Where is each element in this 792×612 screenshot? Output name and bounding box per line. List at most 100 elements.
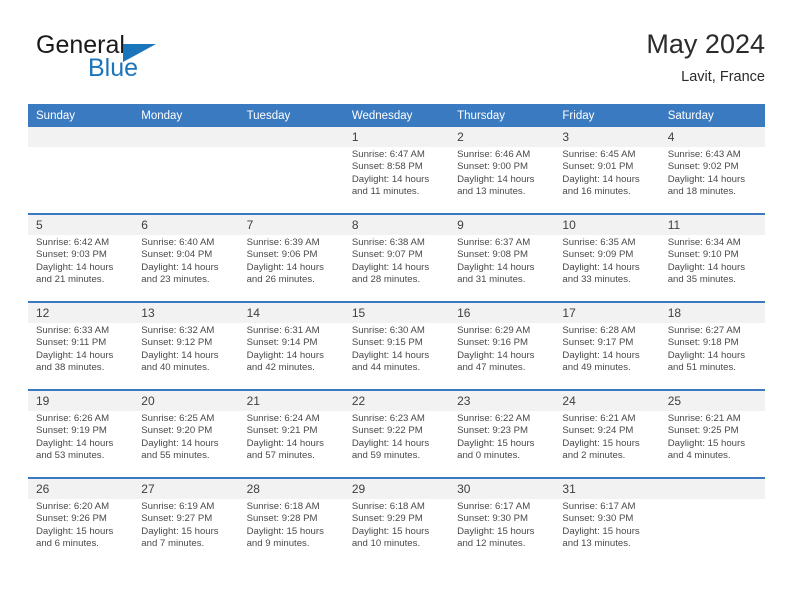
day-cell[interactable]: Sunrise: 6:35 AM Sunset: 9:09 PM Daylight:… — [554, 235, 660, 302]
day-cell[interactable]: Sunrise: 6:27 AM Sunset: 9:18 PM Daylight:… — [659, 323, 765, 390]
day-number[interactable]: 29 — [343, 477, 450, 499]
day-number[interactable]: 19 — [28, 389, 134, 411]
sunset-text: Sunset: 8:58 PM — [351, 161, 423, 173]
sunrise-text: Sunrise: 6:39 AM — [246, 237, 320, 248]
day-cell[interactable]: Sunrise: 6:39 AM Sunset: 9:06 PM Daylight:… — [238, 235, 344, 302]
day-number[interactable]: 8 — [343, 213, 450, 235]
day-cell[interactable]: Sunrise: 6:43 AM Sunset: 9:02 PM Daylight:… — [659, 147, 765, 214]
day-cell[interactable]: Sunrise: 6:22 AM Sunset: 9:23 PM Daylight:… — [449, 411, 555, 478]
daylight-text: Daylight: 14 hours — [36, 437, 114, 449]
day-cell[interactable]: Sunrise: 6:23 AM Sunset: 9:22 PM Daylight:… — [343, 411, 450, 478]
day-number[interactable]: 11 — [659, 213, 765, 235]
day-cell[interactable]: Sunrise: 6:19 AM Sunset: 9:27 PM Daylight:… — [133, 499, 239, 565]
sunset-text: Sunset: 9:28 PM — [246, 513, 318, 525]
sunrise-text: Sunrise: 6:42 AM — [36, 237, 110, 248]
day-cell[interactable]: Sunrise: 6:32 AM Sunset: 9:12 PM Daylight:… — [133, 323, 239, 390]
day-number[interactable]: 15 — [343, 301, 450, 323]
daylight-text: Daylight: 14 hours — [246, 261, 324, 273]
daylight-text-cont: and 53 minutes. — [36, 450, 105, 462]
calendar-page: General Blue May 2024 Lavit, France Sund… — [0, 0, 792, 612]
day-cell[interactable]: Sunrise: 6:21 AM Sunset: 9:24 PM Daylight:… — [554, 411, 660, 478]
sunset-text: Sunset: 9:00 PM — [457, 161, 529, 173]
sunrise-text: Sunrise: 6:26 AM — [36, 413, 110, 424]
day-cell[interactable]: Sunrise: 6:30 AM Sunset: 9:15 PM Daylight:… — [343, 323, 450, 390]
day-number[interactable]: 3 — [554, 127, 660, 147]
day-number[interactable]: 9 — [449, 213, 555, 235]
sunset-text: Sunset: 9:09 PM — [562, 249, 634, 261]
day-cell[interactable]: Sunrise: 6:29 AM Sunset: 9:16 PM Daylight:… — [449, 323, 555, 390]
day-number[interactable]: 12 — [28, 301, 134, 323]
day-cell[interactable]: Sunrise: 6:26 AM Sunset: 9:19 PM Daylight:… — [28, 411, 134, 478]
day-number[interactable]: 18 — [659, 301, 765, 323]
day-cell[interactable]: Sunrise: 6:33 AM Sunset: 9:11 PM Daylight:… — [28, 323, 134, 390]
day-cell[interactable]: Sunrise: 6:40 AM Sunset: 9:04 PM Daylight:… — [133, 235, 239, 302]
day-number[interactable]: 14 — [238, 301, 344, 323]
day-number-empty — [659, 477, 765, 499]
day-cell[interactable]: Sunrise: 6:24 AM Sunset: 9:21 PM Daylight:… — [238, 411, 344, 478]
daylight-text-cont: and 28 minutes. — [351, 274, 421, 286]
day-number[interactable]: 23 — [449, 389, 555, 411]
daylight-text-cont: and 12 minutes. — [457, 538, 526, 550]
daylight-text: Daylight: 15 hours — [36, 525, 114, 537]
day-cell[interactable]: Sunrise: 6:21 AM Sunset: 9:25 PM Daylight:… — [659, 411, 765, 478]
day-number[interactable]: 28 — [238, 477, 344, 499]
sunset-text: Sunset: 9:01 PM — [562, 161, 634, 173]
day-number[interactable]: 17 — [554, 301, 660, 323]
day-cell[interactable]: Sunrise: 6:37 AM Sunset: 9:08 PM Daylight:… — [449, 235, 555, 302]
day-cell[interactable]: Sunrise: 6:20 AM Sunset: 9:26 PM Daylight:… — [28, 499, 134, 565]
day-cell[interactable]: Sunrise: 6:45 AM Sunset: 9:01 PM Daylight:… — [554, 147, 660, 214]
day-cell[interactable]: Sunrise: 6:17 AM Sunset: 9:30 PM Daylight:… — [554, 499, 660, 565]
daylight-text-cont: and 44 minutes. — [351, 362, 421, 374]
day-number[interactable]: 26 — [28, 477, 134, 499]
daylight-text: Daylight: 14 hours — [141, 261, 219, 273]
day-cell[interactable]: Sunrise: 6:47 AM Sunset: 8:58 PM Daylight:… — [343, 147, 450, 214]
day-cell[interactable]: Sunrise: 6:38 AM Sunset: 9:07 PM Daylight:… — [343, 235, 450, 302]
week-daynumber-row: 26 27 28 29 30 31 — [28, 477, 765, 499]
day-cell[interactable]: Sunrise: 6:25 AM Sunset: 9:20 PM Daylight:… — [133, 411, 239, 478]
day-number[interactable]: 20 — [133, 389, 239, 411]
day-number[interactable]: 25 — [659, 389, 765, 411]
day-cell[interactable]: Sunrise: 6:34 AM Sunset: 9:10 PM Daylight:… — [659, 235, 765, 302]
sunrise-text: Sunrise: 6:43 AM — [667, 149, 741, 160]
day-number[interactable]: 24 — [554, 389, 660, 411]
sunset-text: Sunset: 9:15 PM — [351, 337, 423, 349]
sunset-text: Sunset: 9:24 PM — [562, 425, 634, 437]
day-cell[interactable]: Sunrise: 6:31 AM Sunset: 9:14 PM Daylight:… — [238, 323, 344, 390]
day-number[interactable]: 16 — [449, 301, 555, 323]
sunrise-text: Sunrise: 6:38 AM — [351, 237, 425, 248]
day-number[interactable]: 21 — [238, 389, 344, 411]
day-number[interactable]: 7 — [238, 213, 344, 235]
daylight-text: Daylight: 14 hours — [667, 261, 746, 273]
daylight-text-cont: and 59 minutes. — [351, 450, 421, 462]
sunset-text: Sunset: 9:25 PM — [667, 425, 739, 437]
day-cell[interactable]: Sunrise: 6:17 AM Sunset: 9:30 PM Daylight:… — [449, 499, 555, 565]
daylight-text-cont: and 0 minutes. — [457, 450, 521, 462]
sunset-text: Sunset: 9:07 PM — [351, 249, 423, 261]
day-number[interactable]: 30 — [449, 477, 555, 499]
sunrise-text: Sunrise: 6:45 AM — [562, 149, 636, 160]
day-number[interactable]: 31 — [554, 477, 660, 499]
day-number[interactable]: 5 — [28, 213, 134, 235]
day-number[interactable]: 4 — [659, 127, 765, 147]
day-number[interactable]: 22 — [343, 389, 450, 411]
day-cell[interactable]: Sunrise: 6:18 AM Sunset: 9:29 PM Daylight:… — [343, 499, 450, 565]
daylight-text: Daylight: 15 hours — [246, 525, 324, 537]
day-cell[interactable]: Sunrise: 6:18 AM Sunset: 9:28 PM Daylight:… — [238, 499, 344, 565]
general-blue-logo[interactable]: General Blue — [28, 28, 288, 90]
day-number[interactable]: 27 — [133, 477, 239, 499]
day-number[interactable]: 6 — [133, 213, 239, 235]
day-cell[interactable]: Sunrise: 6:42 AM Sunset: 9:03 PM Daylight:… — [28, 235, 134, 302]
sunset-text: Sunset: 9:23 PM — [457, 425, 529, 437]
weekday-header-saturday: Saturday — [659, 104, 765, 127]
week-daynumber-row: 12 13 14 15 16 17 18 — [28, 301, 765, 323]
day-number[interactable]: 10 — [554, 213, 660, 235]
day-number[interactable]: 13 — [133, 301, 239, 323]
week-daynumber-row: 5 6 7 8 9 10 11 — [28, 213, 765, 235]
day-cell[interactable]: Sunrise: 6:28 AM Sunset: 9:17 PM Daylight:… — [554, 323, 660, 390]
day-cell[interactable]: Sunrise: 6:46 AM Sunset: 9:00 PM Daylight:… — [449, 147, 555, 214]
day-cell-empty — [659, 499, 765, 565]
sunset-text: Sunset: 9:22 PM — [351, 425, 423, 437]
sunrise-text: Sunrise: 6:23 AM — [351, 413, 425, 424]
day-number[interactable]: 2 — [449, 127, 555, 147]
day-number[interactable]: 1 — [343, 127, 450, 147]
